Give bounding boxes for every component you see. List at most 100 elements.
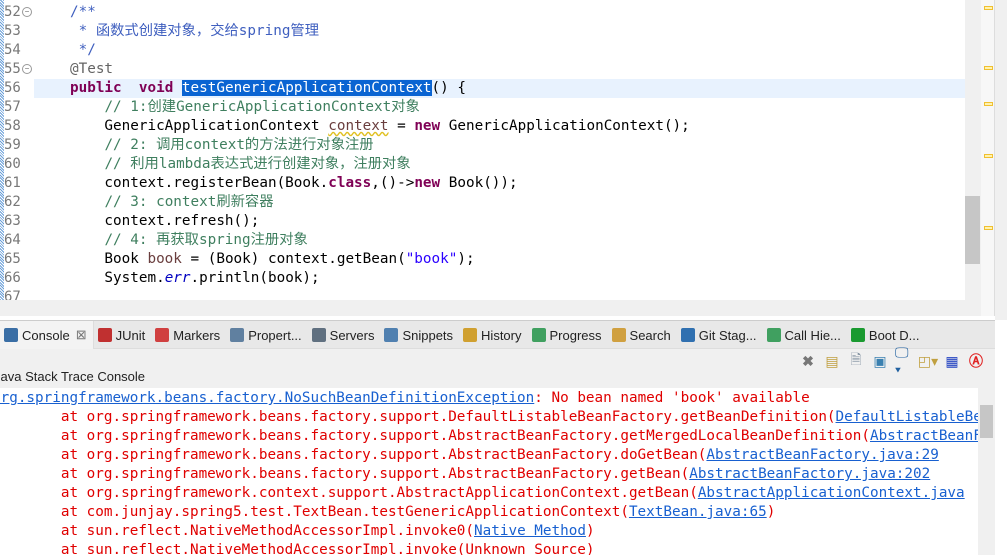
clear-console-icon[interactable]: 🗎	[847, 351, 865, 370]
stack-trace-icon[interactable]: ▦	[943, 352, 961, 370]
code-token: context.refresh();	[70, 213, 260, 229]
code-line[interactable]: 57 // 1:创建GenericApplicationContext对象	[0, 98, 965, 117]
line-number: 56	[4, 80, 21, 96]
code-text[interactable]: System.err.println(book);	[70, 269, 319, 288]
overview-ruler[interactable]	[981, 0, 995, 316]
code-token: public	[70, 80, 122, 96]
code-text[interactable]: // 利用lambda表达式进行创建对象，注册对象	[70, 155, 410, 174]
stack-trace-link[interactable]: Native Method	[474, 523, 586, 539]
code-text[interactable]: // 3: context刷新容器	[70, 193, 274, 212]
code-line[interactable]: 54 */	[0, 41, 965, 60]
code-line[interactable]: 64 // 4: 再获取spring注册对象	[0, 231, 965, 250]
code-text[interactable]: public void testGenericApplicationContex…	[70, 79, 466, 98]
code-text[interactable]: // 2: 调用context的方法进行对象注册	[70, 136, 373, 155]
console-line: at com.junjay.spring5.test.TextBean.test…	[0, 503, 775, 522]
warning-marker[interactable]	[984, 154, 993, 158]
code-text[interactable]: // 1:创建GenericApplicationContext对象	[70, 98, 419, 117]
fold-toggle-icon[interactable]: −	[22, 7, 32, 17]
stack-trace-link[interactable]: AbstractBeanFactory.java:202	[689, 466, 930, 482]
warning-marker[interactable]	[984, 66, 993, 70]
line-number: 64	[4, 232, 21, 248]
tab-junit[interactable]: JUnit	[94, 321, 152, 349]
tab-label: Boot D...	[868, 327, 920, 343]
tab-console[interactable]: Console ⊠	[0, 321, 94, 349]
code-line[interactable]: 61 context.registerBean(Book.class,()->n…	[0, 174, 965, 193]
code-line[interactable]: 66 System.err.println(book);	[0, 269, 965, 288]
tab-servers[interactable]: Servers	[308, 321, 381, 349]
call-hierarchy-icon	[766, 328, 781, 342]
code-token: // 3: context刷新容器	[104, 194, 274, 210]
console-output[interactable]: org.springframework.beans.factory.NoSuch…	[0, 388, 980, 555]
code-text[interactable]: * 函数式创建对象，交给spring管理	[70, 22, 319, 41]
open-console-icon[interactable]: ◰▾	[918, 352, 938, 370]
code-line[interactable]: 52−/**	[0, 3, 965, 22]
display-console-icon[interactable]: 🖵▾	[895, 344, 913, 377]
warning-marker[interactable]	[984, 6, 993, 10]
code-text[interactable]: Book book = (Book) context.getBean("book…	[70, 250, 474, 269]
code-token: context	[328, 118, 389, 134]
tab-history[interactable]: History	[459, 321, 527, 349]
stack-trace-link[interactable]: AbstractBeanFactory.java:29	[706, 447, 938, 463]
terminate-icon[interactable]: ✖	[799, 352, 817, 370]
warning-marker[interactable]	[984, 102, 993, 106]
console-line: at org.springframework.beans.factory.sup…	[0, 446, 939, 465]
line-number: 53	[4, 23, 21, 39]
editor-horizontal-scrollbar[interactable]	[0, 300, 981, 316]
line-number: 59	[4, 137, 21, 153]
stack-trace-link[interactable]: TextBean.java:65	[629, 504, 767, 520]
code-text[interactable]: context.refresh();	[70, 212, 259, 231]
console-scroll-thumb[interactable]	[980, 405, 993, 438]
tab-label: Markers	[173, 327, 221, 343]
remove-launch-icon[interactable]: ▤	[823, 352, 841, 370]
code-text[interactable]: */	[70, 41, 96, 60]
stack-trace-link[interactable]: AbstractBeanFactory.java	[870, 428, 980, 444]
tab-label: Propert...	[248, 327, 302, 343]
console-text: at org.springframework.beans.factory.sup…	[0, 447, 707, 463]
code-line[interactable]: 65 Book book = (Book) context.getBean("b…	[0, 250, 965, 269]
stack-trace-link[interactable]: AbstractApplicationContext.java	[698, 485, 965, 501]
tab-call-hie[interactable]: Call Hie...	[763, 321, 847, 349]
code-line[interactable]: 56 public void testGenericApplicationCont…	[0, 79, 965, 98]
stack-trace-link[interactable]: org.springframework.beans.factory.NoSuch…	[0, 390, 534, 406]
code-text[interactable]: // 4: 再获取spring注册对象	[70, 231, 307, 250]
warning-marker[interactable]	[984, 226, 993, 230]
java-stack-trace-icon[interactable]: Ⓐ	[967, 352, 985, 370]
code-text[interactable]: /**	[70, 3, 96, 22]
code-line[interactable]: 53 * 函数式创建对象，交给spring管理	[0, 22, 965, 41]
code-line[interactable]: 63 context.refresh();	[0, 212, 965, 231]
code-line[interactable]: 55− @Test	[0, 60, 965, 79]
code-line[interactable]: 60 // 利用lambda表达式进行创建对象，注册对象	[0, 155, 965, 174]
code-token: new	[414, 118, 441, 134]
code-text[interactable]: @Test	[70, 60, 113, 79]
code-line[interactable]: 59 // 2: 调用context的方法进行对象注册	[0, 136, 965, 155]
stack-trace-link[interactable]: DefaultListableBeanFactory.java	[836, 409, 980, 425]
tab-propert[interactable]: Propert...	[226, 321, 307, 349]
tab-git-stag[interactable]: Git Stag...	[677, 321, 763, 349]
snippets-icon	[384, 328, 399, 342]
line-number: 61	[4, 175, 21, 191]
code-token: void	[138, 80, 174, 96]
code-token: err	[164, 270, 191, 286]
code-editor[interactable]: 52−/** 53 * 函数式创建对象，交给spring管理 54 */55− @Te…	[0, 0, 965, 300]
tab-boot-d[interactable]: Boot D...	[847, 321, 926, 349]
tab-search[interactable]: Search	[608, 321, 677, 349]
tab-progress[interactable]: Progress	[528, 321, 608, 349]
servers-icon	[311, 328, 326, 342]
junit-icon	[97, 328, 112, 342]
code-line[interactable]: 62 // 3: context刷新容器	[0, 193, 965, 212]
code-text[interactable]: context.registerBean(Book.class,()->new …	[70, 174, 517, 193]
editor-scroll-thumb[interactable]	[965, 196, 980, 264]
tab-label: History	[481, 327, 522, 343]
fold-toggle-icon[interactable]: −	[22, 64, 32, 74]
tab-markers[interactable]: Markers	[151, 321, 226, 349]
code-line[interactable]: 67	[0, 288, 965, 300]
tab-snippets[interactable]: Snippets	[380, 321, 459, 349]
line-number: 67	[4, 289, 21, 300]
code-line[interactable]: 58 GenericApplicationContext context = n…	[0, 117, 965, 136]
close-tab-icon[interactable]: ⊠	[76, 327, 87, 343]
pin-console-icon[interactable]: ▣	[871, 352, 889, 370]
code-token: @Test	[70, 61, 114, 77]
code-text[interactable]: GenericApplicationContext context = new …	[70, 117, 689, 136]
